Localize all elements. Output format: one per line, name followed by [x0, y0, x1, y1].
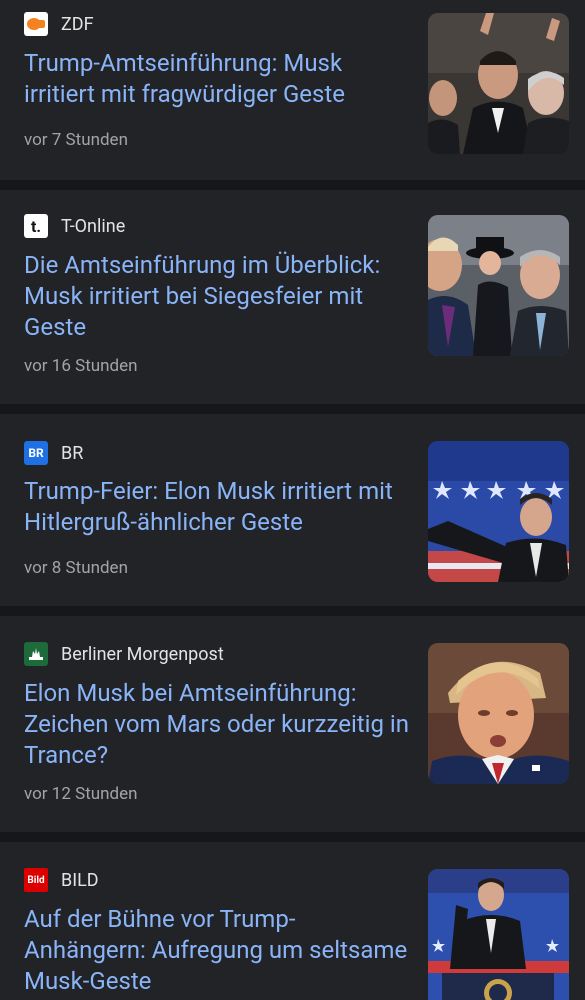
- separator: [0, 180, 585, 190]
- source-row: Bild BILD: [24, 868, 99, 892]
- article-card[interactable]: Berliner Morgenpost Elon Musk bei Amtsei…: [0, 616, 585, 832]
- article-card[interactable]: Bild BILD Auf der Bühne vor Trump-Anhäng…: [0, 842, 585, 1000]
- bild-logo-icon: Bild: [24, 868, 48, 892]
- news-feed: ZDF Trump-Amtseinführung: Musk irritiert…: [0, 0, 585, 1000]
- article-headline[interactable]: Die Amtseinführung im Überblick: Musk ir…: [24, 250, 409, 343]
- article-time: vor 7 Stunden: [24, 130, 128, 150]
- source-row: Berliner Morgenpost: [24, 642, 224, 666]
- separator: [0, 404, 585, 414]
- article-thumbnail[interactable]: [428, 643, 569, 784]
- source-name[interactable]: T-Online: [61, 216, 125, 237]
- article-headline[interactable]: Auf der Bühne vor Trump-Anhängern: Aufre…: [24, 904, 409, 997]
- source-name[interactable]: Berliner Morgenpost: [61, 644, 224, 665]
- separator: [0, 832, 585, 842]
- article-card[interactable]: t. T-Online Die Amtseinführung im Überbl…: [0, 190, 585, 404]
- br-logo-icon: BR: [24, 441, 48, 465]
- article-time: vor 12 Stunden: [24, 784, 138, 804]
- article-headline[interactable]: Elon Musk bei Amtseinführung: Zeichen vo…: [24, 678, 409, 771]
- article-headline[interactable]: Trump-Feier: Elon Musk irritiert mit Hit…: [24, 476, 409, 538]
- source-name[interactable]: BR: [61, 443, 83, 464]
- source-row: BR BR: [24, 441, 83, 465]
- berliner-morgenpost-logo-icon: [24, 642, 48, 666]
- source-name[interactable]: ZDF: [61, 14, 94, 35]
- t-online-logo-icon: t.: [24, 214, 48, 238]
- article-time: vor 16 Stunden: [24, 356, 138, 376]
- source-row: ZDF: [24, 12, 94, 36]
- article-thumbnail[interactable]: [428, 441, 569, 582]
- zdf-logo-icon: [24, 12, 48, 36]
- source-row: t. T-Online: [24, 214, 125, 238]
- article-card[interactable]: BR BR Trump-Feier: Elon Musk irritiert m…: [0, 414, 585, 606]
- separator: [0, 606, 585, 616]
- article-thumbnail[interactable]: [428, 13, 569, 154]
- article-card[interactable]: ZDF Trump-Amtseinführung: Musk irritiert…: [0, 0, 585, 180]
- article-thumbnail[interactable]: [428, 215, 569, 356]
- article-headline[interactable]: Trump-Amtseinführung: Musk irritiert mit…: [24, 48, 409, 110]
- article-time: vor 8 Stunden: [24, 558, 128, 578]
- article-thumbnail[interactable]: [428, 869, 569, 1000]
- source-name[interactable]: BILD: [61, 870, 99, 891]
